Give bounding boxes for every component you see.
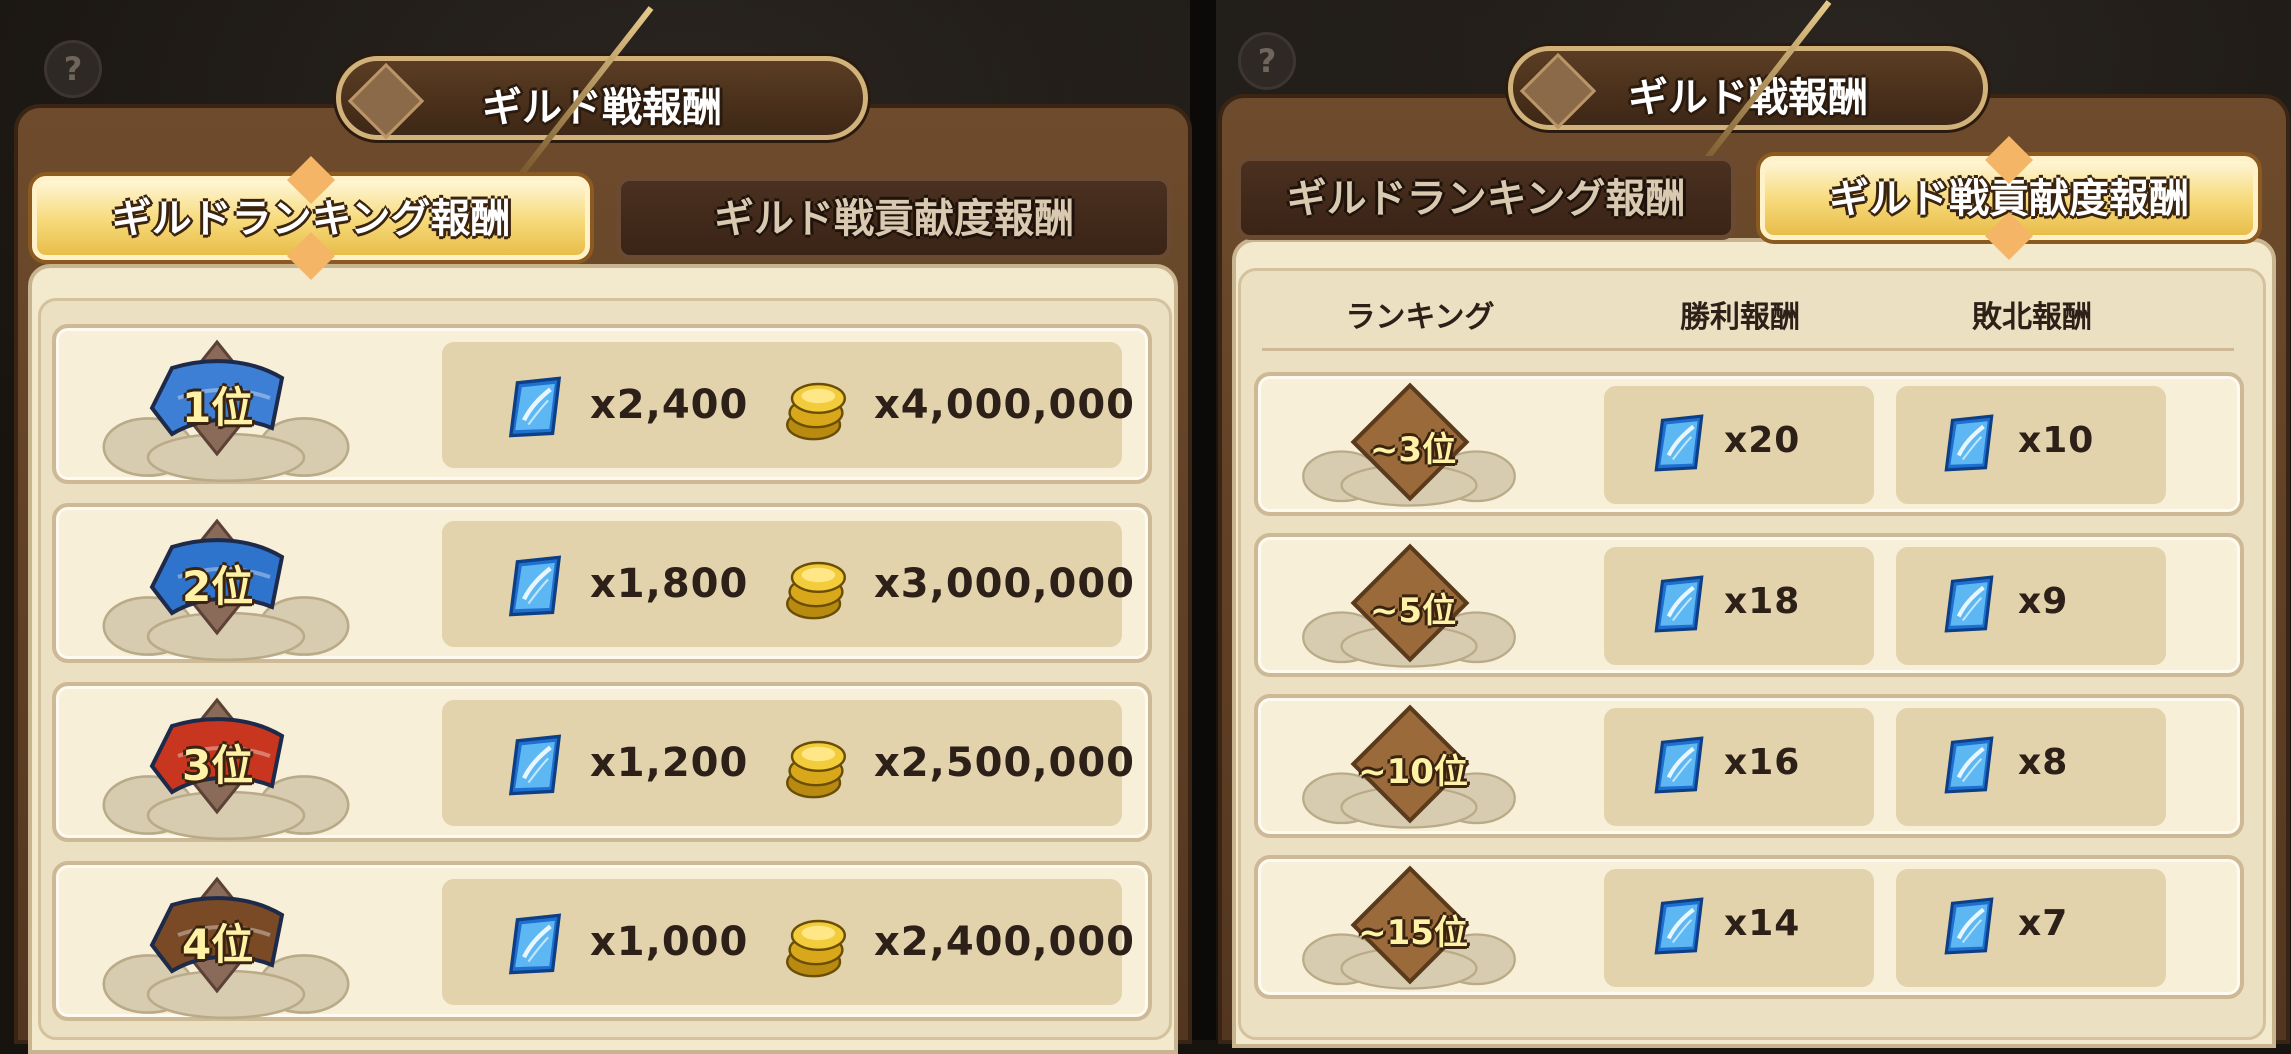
tab-label: ギルドランキング報酬 [1286, 176, 1686, 222]
gem-icon [1938, 734, 2000, 800]
rank-label: 2位 [182, 562, 254, 611]
right-panel-title-plate: ギルド戦報酬 [1508, 46, 1988, 130]
coin-icon [780, 730, 852, 806]
gem-quantity: x1,000 [590, 919, 749, 965]
gem-icon [1648, 412, 1710, 478]
coin-icon [780, 909, 852, 985]
gem-icon [1648, 895, 1710, 961]
tab-guild-battle-contribution-reward[interactable]: ギルド戦貢献度報酬 [1760, 135, 2258, 261]
rank-label: ~5位 [1369, 591, 1457, 631]
lose-gem-quantity: x8 [2018, 742, 2069, 783]
right-panel-title: ギルド戦報酬 [1628, 75, 1868, 121]
header-divider [1262, 348, 2234, 351]
rank-label: 1位 [182, 383, 254, 432]
gem-icon [1648, 573, 1710, 639]
gem-icon [502, 911, 568, 981]
reward-row: 1位 x2,400 x4,000,000 [52, 324, 1152, 484]
rank-label: 4位 [182, 920, 254, 969]
lose-gem-quantity: x10 [2018, 420, 2095, 461]
win-gem-quantity: x16 [1724, 742, 1801, 783]
contribution-row: ~3位 x20 x10 [1254, 372, 2244, 516]
split-divider [1190, 0, 1216, 1040]
gem-quantity: x1,200 [590, 740, 749, 786]
gem-icon [502, 732, 568, 802]
tab-guild-ranking-reward[interactable]: ギルドランキング報酬 [1236, 156, 1736, 240]
contribution-row: ~5位 x18 x9 [1254, 533, 2244, 677]
gem-icon [1938, 412, 2000, 478]
gem-icon [1938, 573, 2000, 639]
header-win-reward: 勝利報酬 [1680, 300, 1800, 335]
coin-icon [780, 551, 852, 627]
coin-icon [780, 372, 852, 448]
header-lose-reward: 敗北報酬 [1972, 300, 2092, 335]
win-gem-quantity: x14 [1724, 903, 1801, 944]
lose-gem-quantity: x9 [2018, 581, 2069, 622]
reward-row: 4位 x1,000 x2,400,000 [52, 861, 1152, 1021]
left-panel-title: ギルド戦報酬 [482, 85, 722, 131]
help-icon[interactable]: ? [1238, 32, 1296, 90]
tab-label: ギルド戦貢献度報酬 [714, 196, 1074, 242]
win-gem-quantity: x18 [1724, 581, 1801, 622]
lose-gem-quantity: x7 [2018, 903, 2069, 944]
gem-icon [502, 553, 568, 623]
coin-quantity: x2,400,000 [874, 919, 1136, 965]
rank-label: ~15位 [1358, 913, 1468, 953]
coin-quantity: x3,000,000 [874, 561, 1136, 607]
rank-label: 3位 [182, 741, 254, 790]
help-icon[interactable]: ? [44, 40, 102, 98]
gem-quantity: x2,400 [590, 382, 749, 428]
gem-quantity: x1,800 [590, 561, 749, 607]
gem-icon [502, 374, 568, 444]
tab-guild-battle-contribution-reward[interactable]: ギルド戦貢献度報酬 [616, 176, 1172, 260]
win-gem-quantity: x20 [1724, 420, 1801, 461]
rank-label: ~10位 [1358, 752, 1468, 792]
coin-quantity: x4,000,000 [874, 382, 1136, 428]
reward-row: 2位 x1,800 x3,000,000 [52, 503, 1152, 663]
gem-icon [1648, 734, 1710, 800]
contribution-row: ~10位 x16 x8 [1254, 694, 2244, 838]
gem-icon [1938, 895, 2000, 961]
tab-guild-ranking-reward[interactable]: ギルドランキング報酬 [32, 155, 590, 281]
contribution-row: ~15位 x14 x7 [1254, 855, 2244, 999]
reward-row: 3位 x1,200 x2,500,000 [52, 682, 1152, 842]
header-ranking: ランキング [1345, 300, 1495, 335]
coin-quantity: x2,500,000 [874, 740, 1136, 786]
rank-label: ~3位 [1369, 430, 1457, 470]
